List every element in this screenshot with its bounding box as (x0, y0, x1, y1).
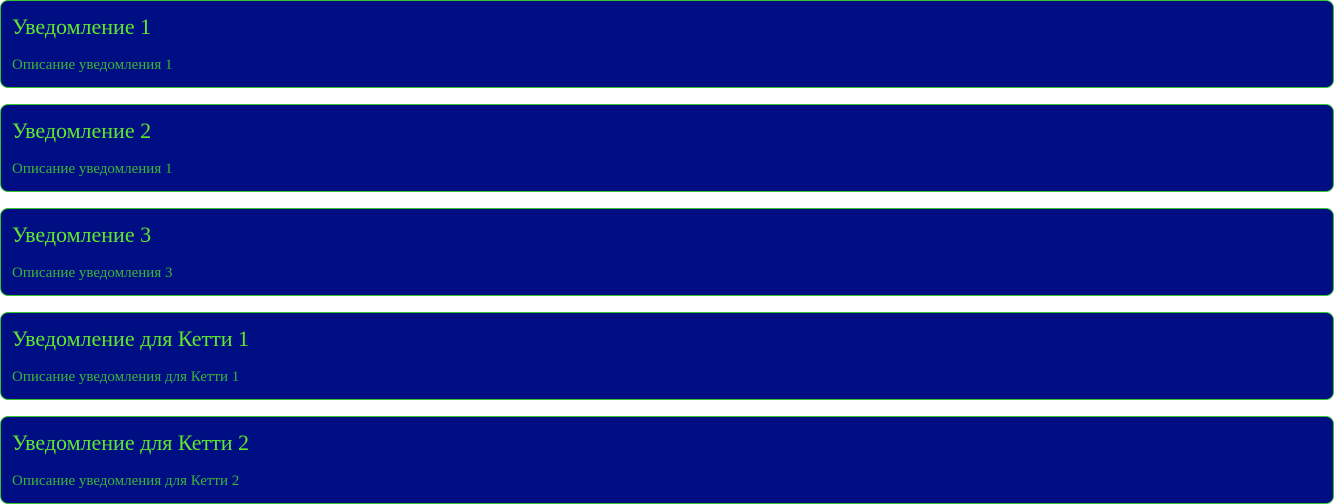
notification-card[interactable]: Уведомление 1 Описание уведомления 1 (0, 0, 1334, 88)
notification-card[interactable]: Уведомление 2 Описание уведомления 1 (0, 104, 1334, 192)
notification-description: Описание уведомления для Кетти 2 (12, 473, 240, 489)
notification-description: Описание уведомления 1 (12, 161, 173, 177)
notification-title: Уведомление 3 (12, 222, 152, 247)
notification-card[interactable]: Уведомление для Кетти 1 Описание уведомл… (0, 312, 1334, 400)
notification-title: Уведомление 2 (12, 118, 152, 143)
notification-title: Уведомление для Кетти 1 (12, 326, 249, 351)
notification-description: Описание уведомления 3 (12, 265, 173, 281)
notification-description: Описание уведомления для Кетти 1 (12, 369, 240, 385)
notification-title: Уведомление для Кетти 2 (12, 430, 249, 455)
notification-card[interactable]: Уведомление 3 Описание уведомления 3 (0, 208, 1334, 296)
notification-title: Уведомление 1 (12, 14, 152, 39)
notification-list: Уведомление 1 Описание уведомления 1 Уве… (0, 0, 1334, 504)
notification-description: Описание уведомления 1 (12, 57, 173, 73)
notification-card[interactable]: Уведомление для Кетти 2 Описание уведомл… (0, 416, 1334, 504)
